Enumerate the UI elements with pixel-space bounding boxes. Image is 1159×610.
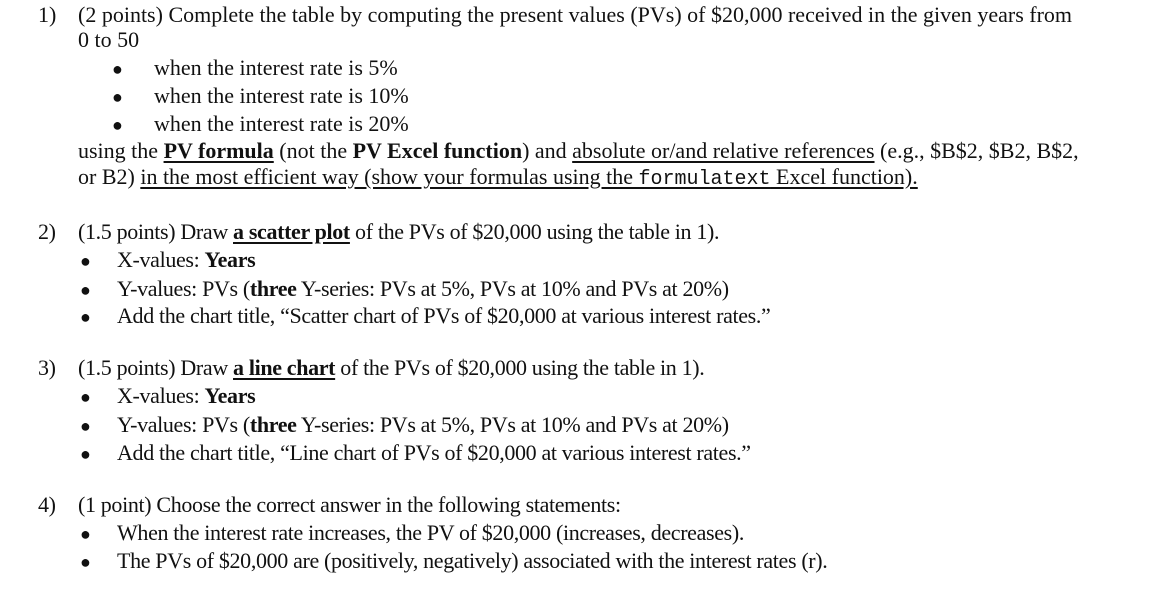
text: using the — [78, 138, 164, 163]
question-number: 3) — [38, 355, 56, 380]
bold-text: Years — [204, 247, 256, 272]
question-text: (1.5 points) Draw a line chart of the PV… — [78, 355, 705, 381]
list-item: When the interest rate increases, the PV… — [117, 520, 744, 545]
bullet-icon: ● — [80, 444, 91, 464]
bold-text: three — [249, 412, 297, 437]
text: Y-values: PVs ( — [117, 276, 250, 301]
list-item: X-values: Years — [117, 383, 256, 409]
list-item: Add the chart title, “Scatter chart of P… — [117, 303, 771, 328]
bullet-icon: ● — [80, 416, 91, 436]
list-item: Y-values: PVs (three Y-series: PVs at 5%… — [117, 276, 729, 302]
text: (e.g., $B$2, $B2, B$2, — [874, 138, 1079, 163]
question-text: (1.5 points) Draw a scatter plot of the … — [78, 219, 719, 245]
list-item: Add the chart title, “Line chart of PVs … — [117, 440, 751, 465]
formulatext-code: formulatext — [638, 168, 771, 191]
text: (not the — [273, 138, 353, 163]
text: Y-series: PVs at 5%, PVs at 10% and PVs … — [296, 276, 729, 301]
list-item: Y-values: PVs (three Y-series: PVs at 5%… — [117, 412, 729, 438]
question-text: or B2) in the most efficient way (show y… — [78, 164, 918, 193]
pv-formula-emphasis: PV formula — [163, 138, 274, 163]
list-item: when the interest rate is 5% — [154, 55, 398, 80]
bullet-icon: ● — [80, 251, 91, 271]
bullet-icon: ● — [80, 280, 91, 300]
text: or B2) — [78, 164, 141, 189]
question-text: 0 to 50 — [78, 27, 140, 52]
text: (1.5 points) Draw — [78, 219, 234, 244]
text: X-values: — [117, 247, 205, 272]
bold-text: three — [249, 276, 297, 301]
list-item: when the interest rate is 20% — [154, 111, 409, 136]
bullet-icon: ● — [80, 552, 91, 572]
text: X-values: — [117, 383, 205, 408]
list-item: X-values: Years — [117, 247, 256, 273]
references-emphasis: absolute or/and relative references — [572, 138, 875, 163]
text: (1.5 points) Draw — [78, 355, 234, 380]
scatter-plot-emphasis: a scatter plot — [233, 219, 350, 244]
bullet-icon: ● — [112, 87, 123, 107]
question-text: (2 points) Complete the table by computi… — [78, 2, 1073, 27]
bullet-icon: ● — [112, 59, 123, 79]
text: ) and — [522, 138, 573, 163]
bold-text: Years — [204, 383, 256, 408]
text: of the PVs of $20,000 using the table in… — [349, 219, 720, 244]
text: Y-values: PVs ( — [117, 412, 250, 437]
question-text: using the PV formula (not the PV Excel f… — [78, 138, 1079, 164]
bullet-icon: ● — [80, 524, 91, 544]
text: in the most efficient way (show your for… — [140, 164, 639, 189]
question-number: 2) — [38, 219, 56, 244]
question-number: 1) — [38, 2, 57, 27]
efficiency-emphasis: in the most efficient way (show your for… — [140, 164, 918, 191]
text: Y-series: PVs at 5%, PVs at 10% and PVs … — [296, 412, 729, 437]
list-item: The PVs of $20,000 are (positively, nega… — [117, 548, 828, 573]
text: Excel function). — [770, 164, 918, 189]
bullet-icon: ● — [80, 307, 91, 327]
question-number: 4) — [38, 492, 56, 517]
pv-excel-emphasis: PV Excel function — [352, 138, 523, 163]
list-item: when the interest rate is 10% — [154, 83, 409, 108]
line-chart-emphasis: a line chart — [233, 355, 336, 380]
question-text: (1 point) Choose the correct answer in t… — [78, 492, 621, 517]
text: of the PVs of $20,000 using the table in… — [335, 355, 705, 380]
bullet-icon: ● — [80, 387, 91, 407]
bullet-icon: ● — [112, 115, 123, 135]
